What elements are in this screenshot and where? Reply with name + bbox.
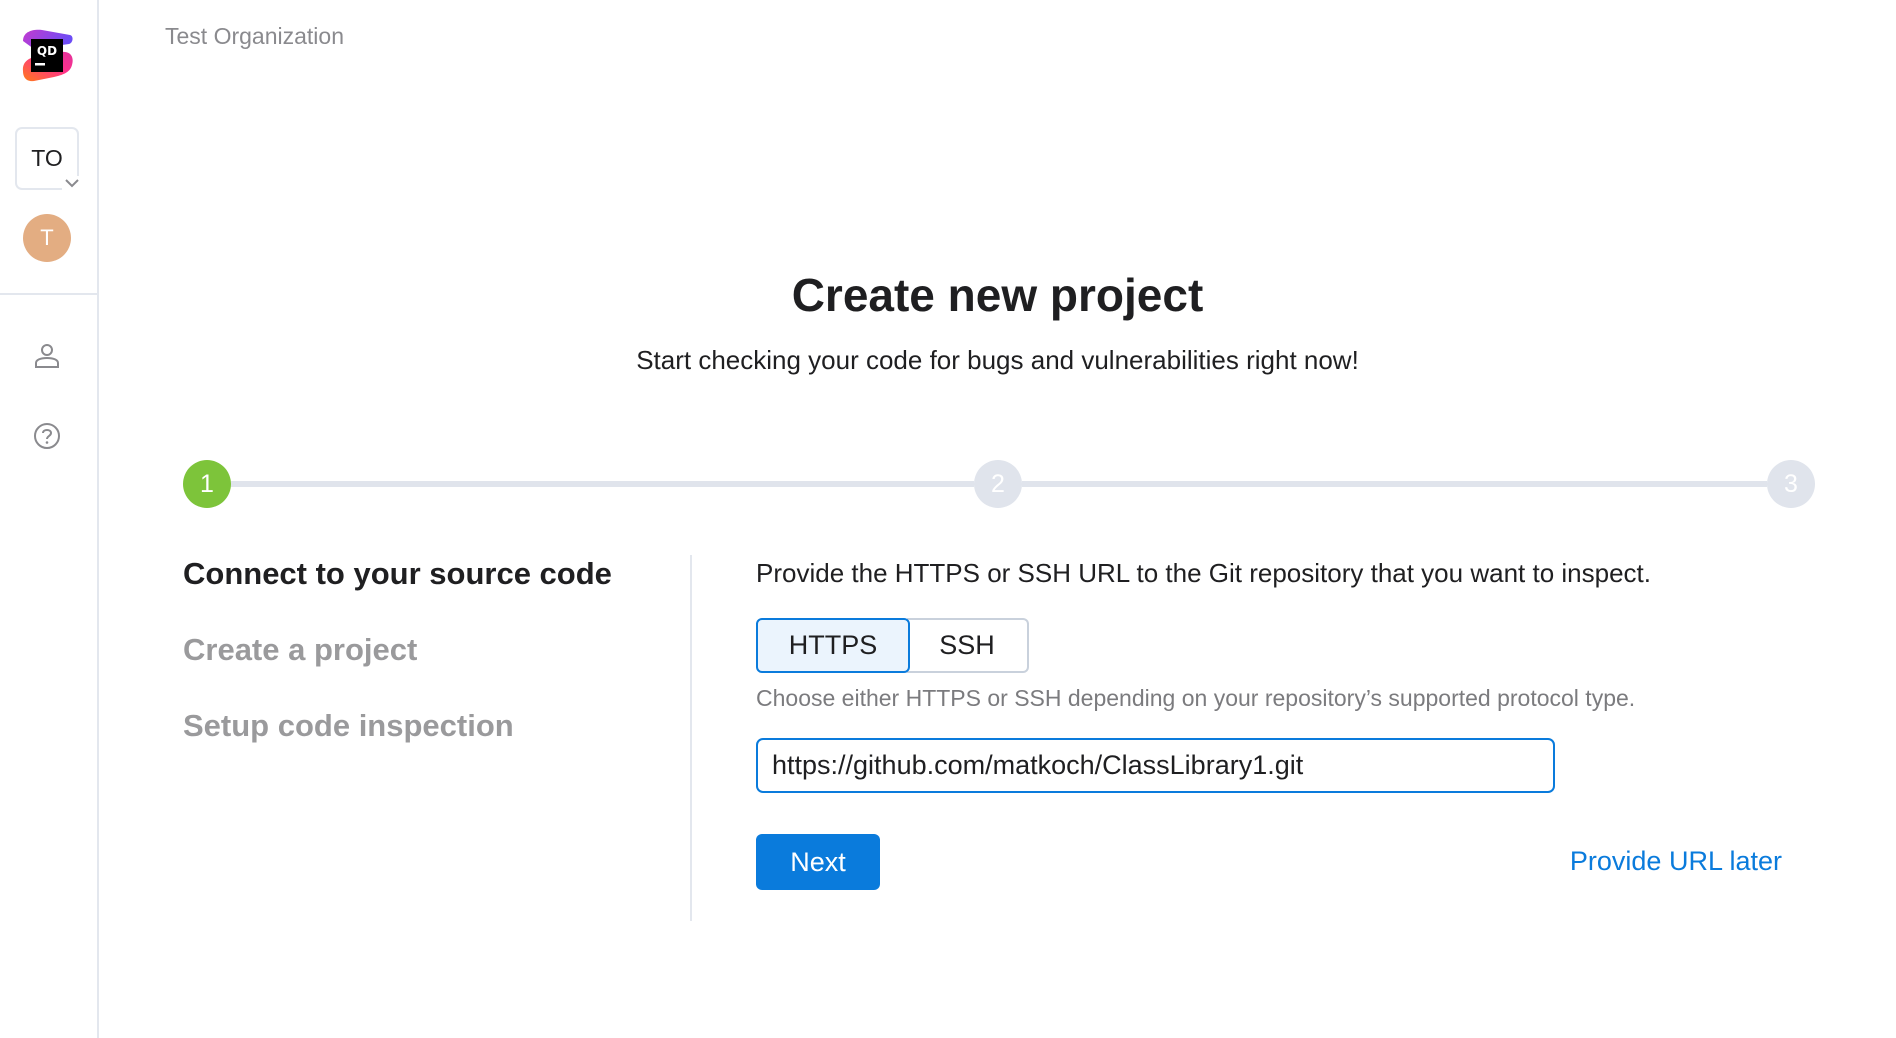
page-title: Create new project: [791, 269, 1204, 321]
protocol-https-option[interactable]: HTTPS: [756, 618, 910, 673]
user-avatar[interactable]: T: [23, 214, 71, 262]
sidebar-divider: [0, 293, 99, 295]
protocol-toggle: HTTPS SSH: [756, 618, 1029, 673]
step-indicator-3: 3: [1767, 460, 1815, 508]
step-connector: [1022, 481, 1767, 487]
step-indicator-1: 1: [183, 460, 231, 508]
protocol-hint: Choose either HTTPS or SSH depending on …: [756, 685, 1636, 711]
step-indicator-2: 2: [974, 460, 1022, 508]
progress-stepper: 1 2 3: [0, 0, 1896, 1038]
next-button[interactable]: Next: [756, 834, 880, 890]
user-icon[interactable]: [32, 341, 62, 371]
page-subtitle: Start checking your code for bugs and vu…: [636, 345, 1359, 375]
repository-url-input[interactable]: [756, 738, 1555, 793]
avatar-initial: T: [40, 225, 54, 250]
organization-name: Test Organization: [165, 23, 344, 49]
form-instruction: Provide the HTTPS or SSH URL to the Git …: [756, 558, 1651, 588]
protocol-ssh-option[interactable]: SSH: [907, 618, 1029, 673]
step-number: 3: [1784, 469, 1798, 498]
step-label-connect: Connect to your source code: [183, 556, 612, 591]
step-number: 2: [991, 469, 1005, 498]
step-label-create: Create a project: [183, 632, 418, 667]
org-initials: TO: [31, 145, 63, 171]
qodana-logo-icon[interactable]: QD: [20, 29, 74, 83]
provide-url-later-link[interactable]: Provide URL later: [1570, 846, 1782, 877]
chevron-down-icon[interactable]: [62, 176, 82, 190]
svg-text:QD: QD: [37, 44, 57, 58]
help-icon[interactable]: [32, 421, 62, 451]
step-label-setup: Setup code inspection: [183, 708, 514, 743]
sidebar: QD TO T: [0, 0, 99, 1038]
column-divider: [690, 555, 692, 921]
step-number: 1: [200, 469, 214, 498]
step-connector: [231, 481, 974, 487]
